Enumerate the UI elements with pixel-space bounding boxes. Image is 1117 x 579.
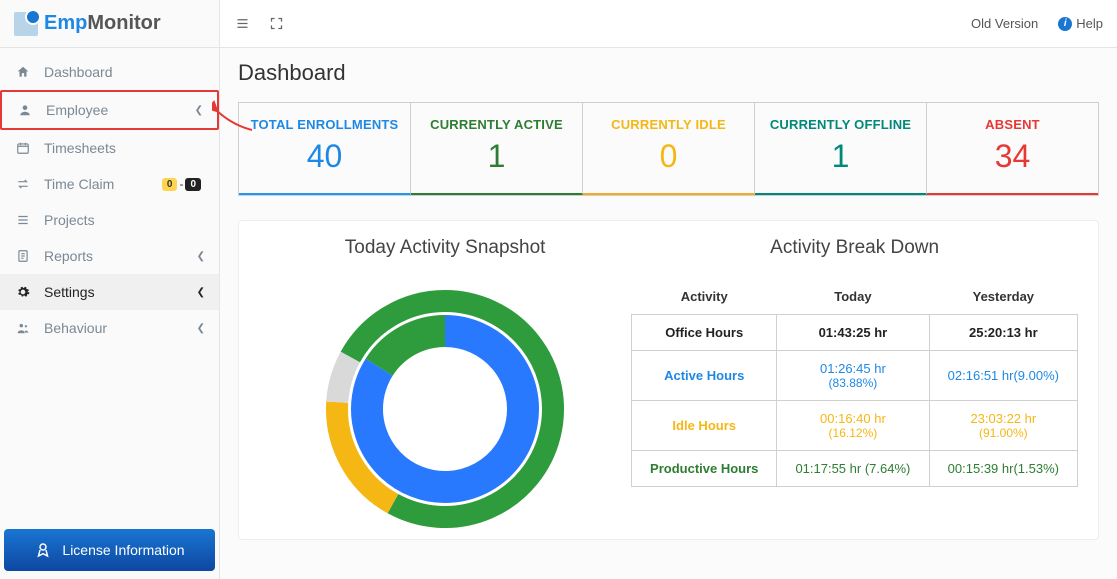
info-icon: i: [1058, 17, 1072, 31]
badge-icon: [34, 541, 52, 559]
sidebar-item-label: Employee: [46, 102, 108, 118]
home-icon: [14, 65, 32, 79]
sidebar-item-label: Time Claim: [44, 176, 114, 192]
table-row: Productive Hours 01:17:55 hr (7.64%) 00:…: [632, 451, 1078, 487]
topbar: Old Version i Help: [220, 0, 1117, 48]
brand-text: EmpMonitor: [44, 12, 161, 35]
chevron-left-icon: ❮: [195, 105, 203, 116]
sidebar-item-behaviour[interactable]: Behaviour ❮: [0, 310, 219, 346]
main-content: Old Version i Help Dashboard TOTAL ENROL…: [220, 0, 1117, 579]
badge-pending: 0: [162, 178, 178, 191]
time-claim-badges: 0 - 0: [162, 177, 201, 191]
sidebar-item-projects[interactable]: Projects: [0, 202, 219, 238]
kpi-title: CURRENTLY ACTIVE: [417, 117, 576, 132]
sidebar-item-label: Reports: [44, 248, 93, 264]
kpi-currently-offline[interactable]: CURRENTLY OFFLINE 1: [755, 103, 927, 195]
sidebar-item-label: Projects: [44, 212, 95, 228]
badge-approved: 0: [185, 178, 201, 191]
sidebar-item-timesheets[interactable]: Timesheets: [0, 130, 219, 166]
chevron-left-icon: ❮: [197, 287, 205, 298]
breakdown-table: Activity Today Yesterday Office Hours 01…: [631, 279, 1078, 487]
kpi-value: 0: [589, 138, 748, 175]
sidebar-item-settings[interactable]: Settings ❮: [0, 274, 219, 310]
kpi-title: CURRENTLY IDLE: [589, 117, 748, 132]
list-icon: [14, 213, 32, 227]
help-link[interactable]: i Help: [1058, 16, 1103, 31]
sidebar: EmpMonitor Dashboard Employee ❮ T: [0, 0, 220, 579]
fullscreen-icon[interactable]: [268, 16, 284, 32]
kpi-value: 1: [417, 138, 576, 175]
panel-activity-snapshot: Today Activity Snapshot: [259, 237, 631, 539]
sidebar-item-label: Dashboard: [44, 64, 113, 80]
donut-chart: [315, 279, 575, 539]
kpi-title: CURRENTLY OFFLINE: [761, 117, 920, 132]
panel-title: Activity Break Down: [631, 237, 1078, 259]
users-icon: [14, 321, 32, 335]
license-button-label: License Information: [62, 542, 184, 558]
sidebar-item-label: Settings: [44, 284, 95, 300]
brand-logo[interactable]: EmpMonitor: [0, 0, 219, 48]
old-version-link[interactable]: Old Version: [971, 16, 1038, 31]
sidebar-item-label: Behaviour: [44, 320, 107, 336]
kpi-value: 1: [761, 138, 920, 175]
col-activity: Activity: [632, 279, 777, 315]
page-title: Dashboard: [238, 60, 1099, 86]
swap-icon: [14, 177, 32, 191]
kpi-currently-idle[interactable]: CURRENTLY IDLE 0: [583, 103, 755, 195]
sidebar-item-label: Timesheets: [44, 140, 116, 156]
col-yesterday: Yesterday: [929, 279, 1077, 315]
panel-activity-breakdown: Activity Break Down Activity Today Yeste…: [631, 237, 1078, 539]
kpi-title: ABSENT: [933, 117, 1092, 132]
license-information-button[interactable]: License Information: [4, 529, 215, 571]
sidebar-item-employee[interactable]: Employee ❮: [0, 90, 219, 130]
panel-title: Today Activity Snapshot: [259, 237, 631, 259]
kpi-currently-active[interactable]: CURRENTLY ACTIVE 1: [411, 103, 583, 195]
menu-toggle-icon[interactable]: [234, 16, 250, 32]
kpi-total-enrollments[interactable]: TOTAL ENROLLMENTS 40: [239, 103, 411, 195]
col-today: Today: [777, 279, 930, 315]
kpi-value: 40: [245, 138, 404, 175]
sidebar-nav: Dashboard Employee ❮ Timesheets Time: [0, 48, 219, 346]
kpi-absent[interactable]: ABSENT 34: [927, 103, 1098, 195]
sidebar-item-time-claim[interactable]: Time Claim 0 - 0: [0, 166, 219, 202]
chevron-left-icon: ❮: [197, 323, 205, 334]
table-row: Office Hours 01:43:25 hr 25:20:13 hr: [632, 315, 1078, 351]
kpi-row: TOTAL ENROLLMENTS 40 CURRENTLY ACTIVE 1 …: [238, 102, 1099, 196]
logo-icon: [14, 12, 38, 36]
sidebar-item-dashboard[interactable]: Dashboard: [0, 54, 219, 90]
user-icon: [16, 103, 34, 117]
table-row: Idle Hours 00:16:40 hr(16.12%) 23:03:22 …: [632, 401, 1078, 451]
chevron-left-icon: ❮: [197, 251, 205, 262]
gear-icon: [14, 285, 32, 299]
document-icon: [14, 249, 32, 263]
calendar-icon: [14, 141, 32, 155]
kpi-value: 34: [933, 138, 1092, 175]
kpi-title: TOTAL ENROLLMENTS: [245, 117, 404, 132]
table-row: Active Hours 01:26:45 hr(83.88%) 02:16:5…: [632, 351, 1078, 401]
sidebar-item-reports[interactable]: Reports ❮: [0, 238, 219, 274]
